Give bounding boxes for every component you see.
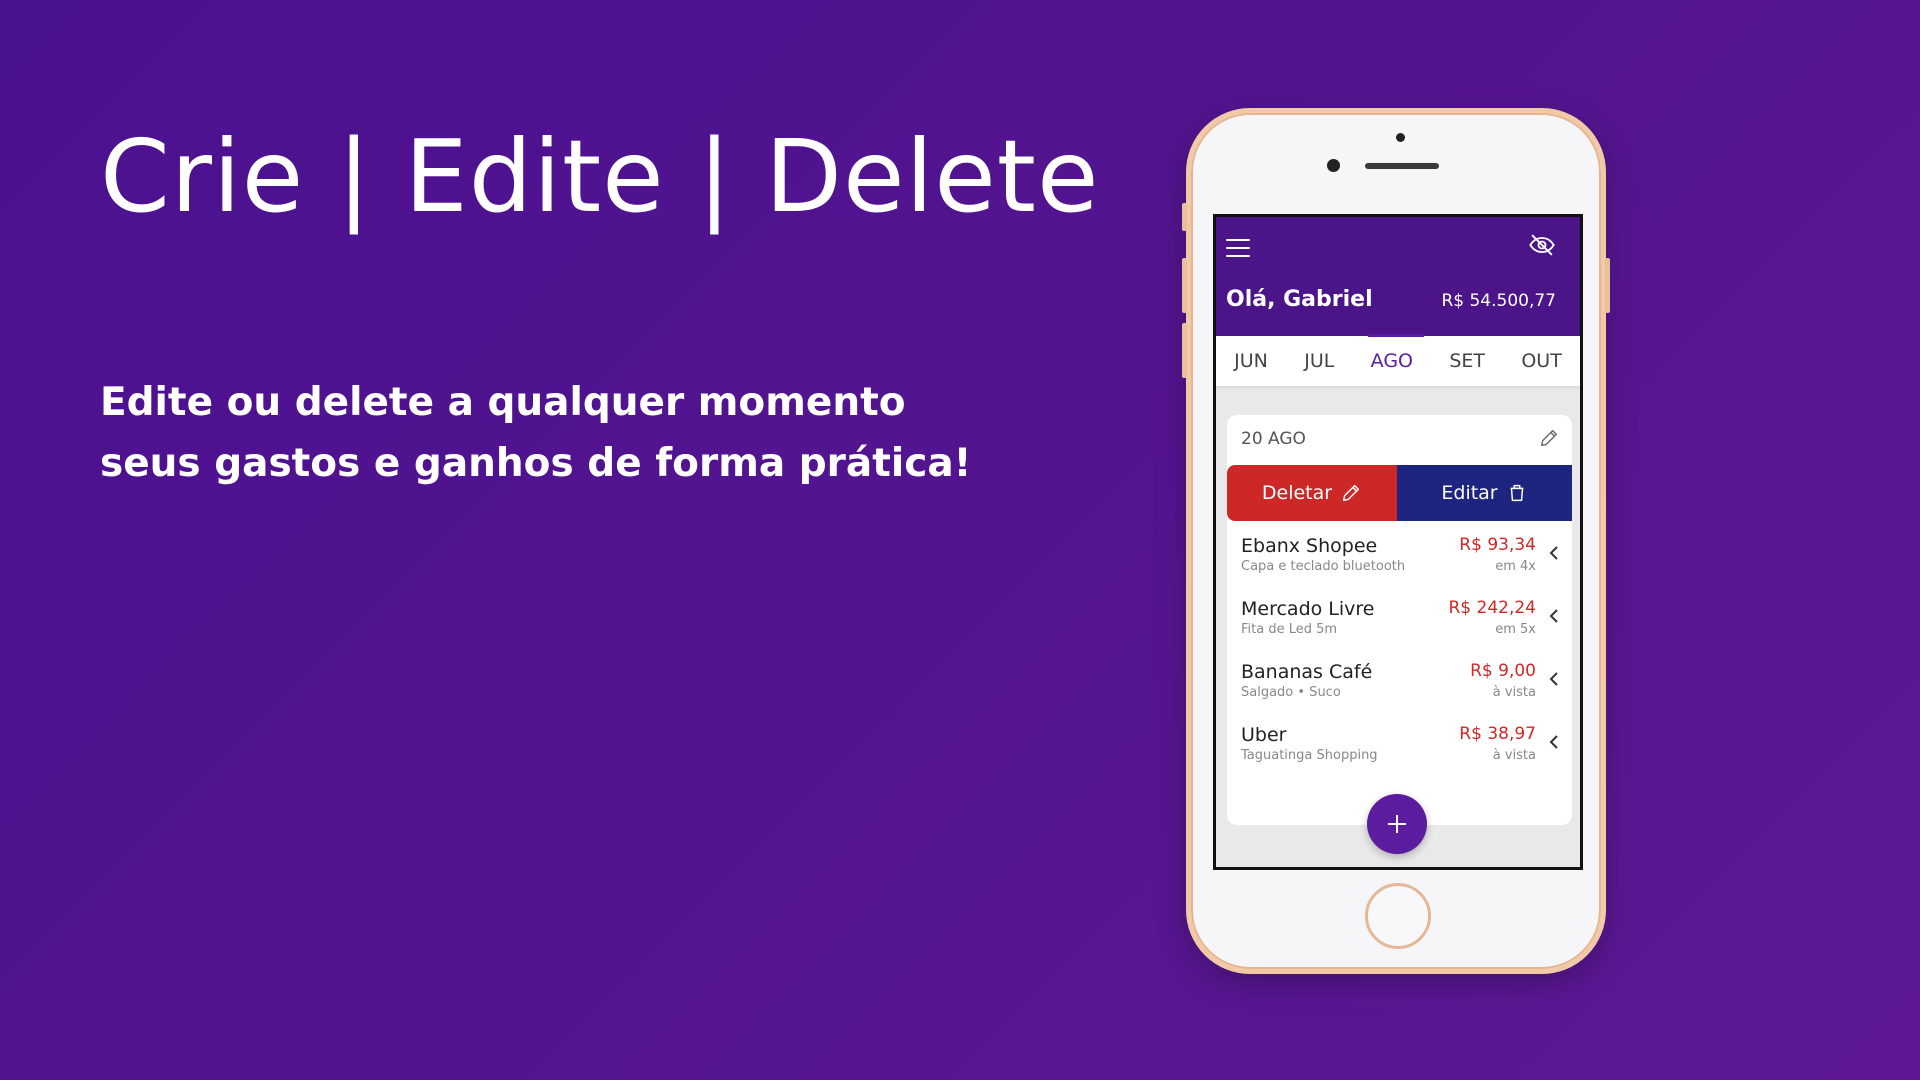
pencil-icon [1343, 484, 1360, 502]
transaction-installments: em 4x [1495, 559, 1536, 574]
app-screen: Olá, Gabriel R$ 54.500,77 JUN JUL AGO SE… [1213, 214, 1583, 870]
transaction-amount: R$ 242,24 [1448, 598, 1536, 618]
transaction-amount: R$ 38,97 [1459, 724, 1536, 744]
phone-volume-up [1182, 258, 1187, 313]
eye-off-icon[interactable] [1528, 231, 1556, 259]
phone-camera [1327, 159, 1340, 172]
transaction-desc: Salgado • Suco [1241, 685, 1341, 700]
transaction-row[interactable]: Ebanx Shopee Capa e teclado bluetooth R$… [1227, 521, 1572, 584]
plus-icon [1388, 815, 1406, 833]
swipe-actions: Deletar Editar [1227, 465, 1572, 521]
add-transaction-button[interactable] [1367, 794, 1427, 854]
transaction-installments: em 5x [1495, 622, 1536, 637]
card-header: 20 AGO [1227, 415, 1572, 465]
tab-set[interactable]: SET [1449, 350, 1485, 372]
hero-title: Crie | Edite | Delete [100, 118, 1100, 235]
phone-speaker [1365, 163, 1439, 169]
transaction-installments: à vista [1492, 748, 1536, 763]
edit-button[interactable]: Editar [1381, 465, 1572, 521]
chevron-left-icon[interactable] [1548, 608, 1560, 624]
transaction-name: Mercado Livre [1241, 598, 1375, 620]
transaction-amount: R$ 9,00 [1470, 661, 1536, 681]
day-card: 20 AGO Deletar Editar Ebanx Shopee Capa … [1227, 415, 1572, 825]
hero-subtitle: Edite ou delete a qualquer momento seus … [100, 380, 972, 486]
transaction-desc: Capa e teclado bluetooth [1241, 559, 1406, 574]
transaction-row[interactable]: Uber Taguatinga Shopping R$ 38,97 à vist… [1227, 710, 1572, 773]
phone-side-button [1182, 203, 1187, 231]
active-month-indicator [1368, 334, 1424, 337]
edit-button-label: Editar [1441, 482, 1498, 504]
phone-sensor [1396, 133, 1405, 142]
transaction-amount: R$ 93,34 [1459, 535, 1536, 555]
tab-out[interactable]: OUT [1521, 350, 1561, 372]
transaction-desc: Fita de Led 5m [1241, 622, 1338, 637]
transaction-name: Uber [1241, 724, 1287, 746]
transaction-desc: Taguatinga Shopping [1241, 748, 1378, 763]
balance: R$ 54.500,77 [1441, 291, 1556, 311]
chevron-left-icon[interactable] [1548, 545, 1560, 561]
transaction-row[interactable]: Bananas Café Salgado • Suco R$ 9,00 à vi… [1227, 647, 1572, 710]
date-label: 20 AGO [1241, 429, 1306, 449]
transaction-name: Bananas Café [1241, 661, 1373, 683]
greeting: Olá, Gabriel [1226, 287, 1373, 312]
menu-icon[interactable] [1226, 239, 1250, 257]
phone-power-button [1605, 258, 1610, 313]
delete-button-label: Deletar [1261, 482, 1333, 504]
tab-jun[interactable]: JUN [1234, 350, 1268, 372]
delete-button[interactable]: Deletar [1227, 465, 1397, 521]
transaction-row[interactable]: Mercado Livre Fita de Led 5m R$ 242,24 e… [1227, 584, 1572, 647]
tab-jul[interactable]: JUL [1304, 350, 1334, 372]
phone-volume-down [1182, 323, 1187, 378]
transaction-installments: à vista [1492, 685, 1536, 700]
trash-icon [1510, 484, 1524, 502]
pencil-icon[interactable] [1538, 427, 1560, 449]
phone-home-button [1365, 883, 1431, 949]
month-tabs: JUN JUL AGO SET OUT [1216, 334, 1580, 386]
transaction-name: Ebanx Shopee [1241, 535, 1378, 557]
chevron-left-icon[interactable] [1548, 671, 1560, 687]
tab-ago[interactable]: AGO [1371, 350, 1413, 372]
chevron-left-icon[interactable] [1548, 734, 1560, 750]
phone-mockup: Olá, Gabriel R$ 54.500,77 JUN JUL AGO SE… [1182, 108, 1610, 974]
app-header: Olá, Gabriel R$ 54.500,77 [1216, 217, 1580, 336]
